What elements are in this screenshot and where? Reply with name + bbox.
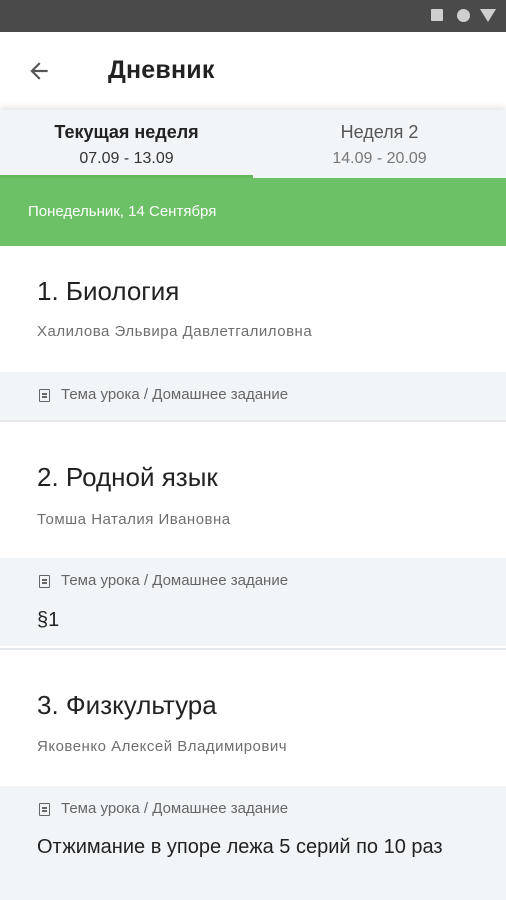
tab-current-week[interactable]: Текущая неделя 07.09 - 13.09 [0, 110, 253, 178]
day-label: Понедельник, 14 Сентября [28, 203, 217, 220]
tab-date-range: 14.09 - 20.09 [332, 150, 427, 167]
arrow-back-icon [30, 62, 48, 80]
homework-block: Тема урока / Домашнее задание Отжимание … [0, 786, 506, 900]
tab-week-2[interactable]: Неделя 2 14.09 - 20.09 [253, 110, 506, 178]
homework-text: §1 [37, 609, 60, 631]
lesson-card[interactable]: 2. Родной язык Томша Наталия Ивановна Те… [0, 432, 506, 648]
document-icon [39, 389, 50, 402]
day-header: Понедельник, 14 Сентября [0, 178, 506, 246]
divider [0, 648, 506, 650]
tab-label: Текущая неделя [54, 122, 199, 142]
lesson-title: 2. Родной язык [37, 462, 218, 492]
divider [0, 420, 506, 422]
homework-text: Отжимание в упоре лежа 5 серий по 10 раз [37, 836, 443, 858]
app-bar: Дневник [0, 32, 506, 110]
lesson-title: 3. Физкультура [37, 690, 217, 720]
homework-block: Тема урока / Домашнее задание §1 [0, 558, 506, 646]
homework-label: Тема урока / Домашнее задание [61, 800, 289, 817]
lesson-teacher: Яковенко Алексей Владимирович [37, 738, 288, 755]
tab-label: Неделя 2 [340, 122, 419, 142]
status-bar [0, 0, 506, 32]
document-icon [39, 803, 50, 816]
document-icon [39, 575, 50, 588]
week-tabs: Текущая неделя 07.09 - 13.09 Неделя 2 14… [0, 110, 506, 178]
homework-label: Тема урока / Домашнее задание [61, 572, 289, 589]
circle-icon [457, 9, 470, 22]
lesson-title: 1. Биология [37, 276, 180, 306]
homework-label: Тема урока / Домашнее задание [61, 386, 289, 403]
back-button[interactable] [22, 54, 56, 88]
lesson-card[interactable]: 1. Биология Халилова Эльвира Давлетгалил… [0, 246, 506, 422]
tab-date-range: 07.09 - 13.09 [79, 150, 174, 167]
square-icon [431, 9, 443, 21]
lesson-teacher: Томша Наталия Ивановна [37, 511, 231, 528]
lesson-teacher: Халилова Эльвира Давлетгалиловна [37, 323, 313, 340]
lesson-card[interactable]: 3. Физкультура Яковенко Алексей Владимир… [0, 660, 506, 900]
page-title: Дневник [108, 56, 215, 84]
homework-block: Тема урока / Домашнее задание [0, 372, 506, 420]
triangle-icon [480, 9, 496, 22]
